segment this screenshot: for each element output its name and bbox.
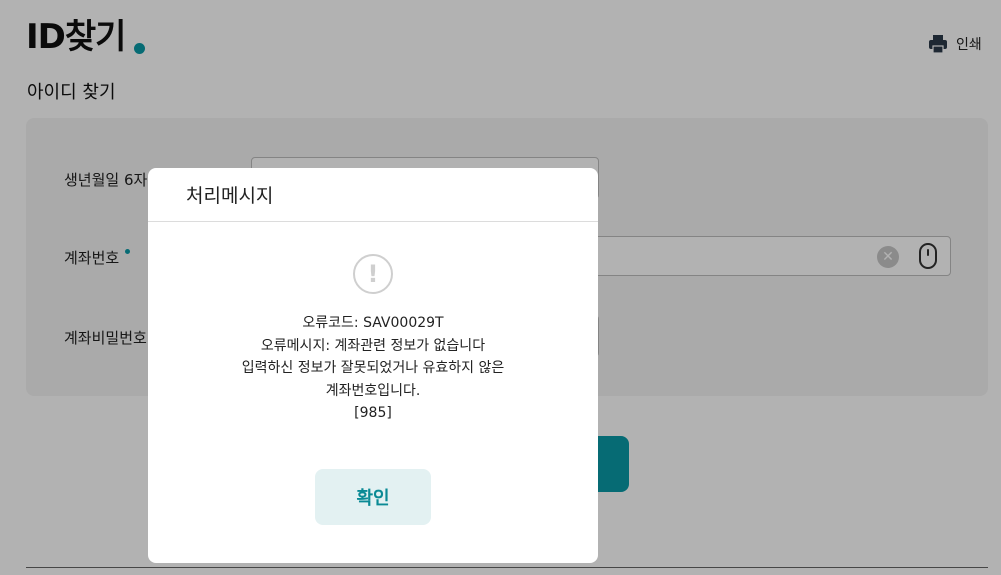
error-detail-line-2: 계좌번호입니다.: [325, 382, 421, 399]
error-message-line: 오류메시지: 계좌관련 정보가 없습니다: [260, 337, 486, 354]
error-code-line: 오류코드: SAV00029T: [302, 315, 444, 331]
modal-title: 처리메시지: [186, 185, 274, 207]
alert-icon: !: [353, 254, 393, 294]
modal-header: 처리메시지: [148, 168, 598, 222]
modal-message: 오류코드: SAV00029T 오류메시지: 계좌관련 정보가 없습니다 입력하…: [148, 312, 598, 425]
message-modal: 처리메시지 ! 오류코드: SAV00029T 오류메시지: 계좌관련 정보가 …: [148, 168, 598, 563]
confirm-button[interactable]: 확인: [315, 469, 431, 525]
error-detail-line: 입력하신 정보가 잘못되었거나 유효하지 않은: [241, 360, 505, 376]
error-number-line: [985]: [354, 405, 392, 421]
